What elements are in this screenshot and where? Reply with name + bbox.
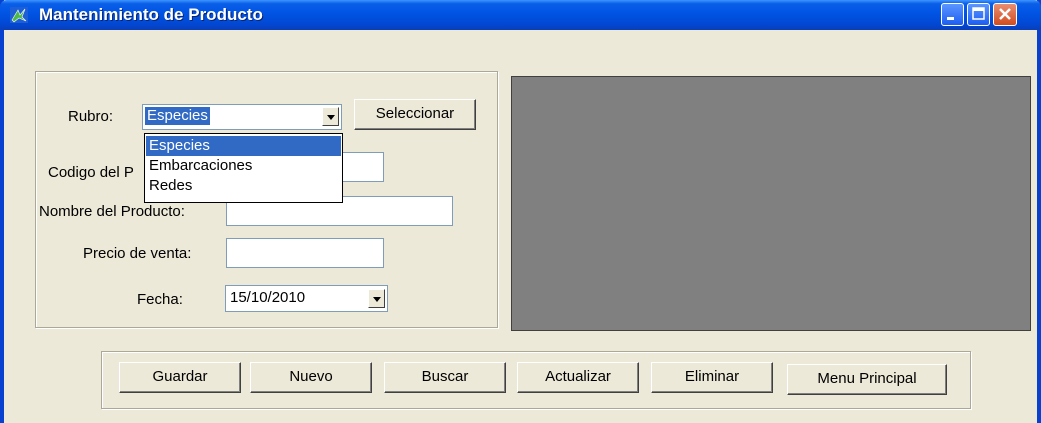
menu-principal-button[interactable]: Menu Principal <box>787 364 947 395</box>
codigo-label: Codigo del P <box>48 164 134 181</box>
eliminar-button[interactable]: Eliminar <box>651 362 773 393</box>
rubro-option-embarcaciones[interactable]: Embarcaciones <box>146 158 341 176</box>
rubro-label: Rubro: <box>68 108 114 125</box>
maximize-icon <box>972 7 985 20</box>
chevron-down-icon <box>373 297 381 302</box>
rubro-selected-value: Especies <box>144 106 211 126</box>
fecha-dropdown-button[interactable] <box>368 289 385 308</box>
rubro-option-especies[interactable]: Especies <box>146 136 341 156</box>
chevron-down-icon <box>327 115 335 120</box>
guardar-button[interactable]: Guardar <box>119 362 241 393</box>
app-window: Mantenimiento de Producto Rubro: Especie… <box>0 0 1041 423</box>
fecha-label: Fecha: <box>137 291 183 308</box>
rubro-dropdown-button[interactable] <box>322 107 339 126</box>
close-button[interactable] <box>993 3 1017 26</box>
rubro-option-redes[interactable]: Redes <box>146 178 341 196</box>
minimize-icon <box>947 17 954 20</box>
maximize-button[interactable] <box>967 3 990 26</box>
precio-label: Precio de venta: <box>83 245 192 262</box>
close-icon <box>999 8 1011 20</box>
fecha-date-picker[interactable]: 15/10/2010 <box>225 285 388 312</box>
product-image-area <box>511 76 1031 331</box>
nuevo-button[interactable]: Nuevo <box>250 362 372 393</box>
actualizar-button[interactable]: Actualizar <box>517 362 639 393</box>
title-bar[interactable]: Mantenimiento de Producto <box>0 0 1041 30</box>
window-title: Mantenimiento de Producto <box>39 5 263 24</box>
minimize-button[interactable] <box>941 3 964 26</box>
precio-input[interactable] <box>226 238 384 268</box>
nombre-label: Nombre del Producto: <box>39 203 185 220</box>
buscar-button[interactable]: Buscar <box>384 362 506 393</box>
seleccionar-button[interactable]: Seleccionar <box>354 99 476 130</box>
rubro-options-list: Especies Embarcaciones Redes <box>144 133 343 203</box>
rubro-select[interactable]: Especies <box>142 104 342 130</box>
fecha-value: 15/10/2010 <box>230 289 306 306</box>
app-leaf-icon <box>10 7 28 23</box>
